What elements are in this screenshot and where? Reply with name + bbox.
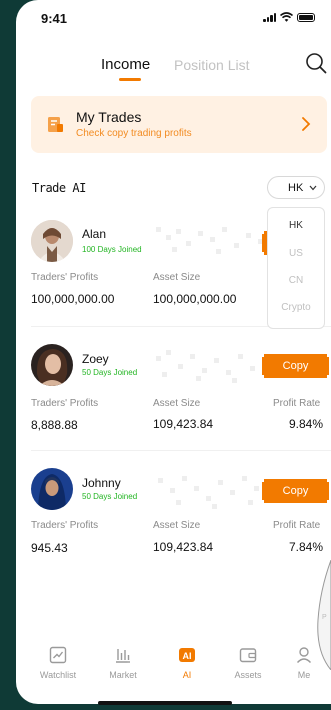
avatar	[31, 344, 73, 386]
asset-size-label: Asset Size	[153, 398, 201, 409]
avatar	[31, 220, 73, 262]
market-icon	[116, 649, 130, 663]
traders-profits-value: 100,000,000.00	[31, 292, 115, 306]
nav-label-assets: Assets	[234, 670, 262, 680]
pixel-decoration-icon	[156, 227, 263, 254]
svg-text:AI: AI	[183, 651, 192, 661]
nav-label-market: Market	[109, 670, 137, 680]
trader-joined: 100 Days Joined	[82, 245, 142, 254]
section-title: Trade AI	[32, 181, 86, 195]
asset-size-value: 100,000,000.00	[153, 292, 237, 306]
region-select-value: HK	[288, 182, 304, 194]
divider	[31, 450, 331, 451]
ai-icon: AI	[179, 648, 195, 662]
watchlist-icon	[49, 646, 67, 664]
avatar	[31, 468, 73, 510]
region-option-cn[interactable]: CN	[268, 275, 324, 286]
profit-rate-label: Profit Rate	[273, 520, 321, 531]
side-overlay-text: P	[322, 614, 327, 621]
copy-button[interactable]: Copy	[262, 354, 329, 378]
chevron-down-icon	[309, 185, 317, 191]
nav-market[interactable]: Market	[98, 645, 148, 680]
region-option-us[interactable]: US	[268, 248, 324, 259]
status-bar: 9:41	[16, 0, 331, 36]
asset-size-label: Asset Size	[153, 520, 201, 531]
trader-joined: 50 Days Joined	[82, 368, 138, 377]
region-option-crypto[interactable]: Crypto	[268, 302, 324, 313]
status-time: 9:41	[41, 11, 68, 26]
asset-size-value: 109,423.84	[153, 540, 214, 554]
signal-icon	[263, 12, 276, 22]
trader-card[interactable]: Zoey 50 Days Joined Copy Traders' Profit…	[16, 340, 331, 450]
tab-active-indicator	[119, 78, 141, 81]
chevron-right-icon	[302, 117, 311, 131]
bottom-nav: Watchlist Market AI AI Assets Me	[16, 645, 331, 704]
profit-rate-value: 7.84%	[289, 540, 324, 554]
traders-profits-value: 8,888.88	[31, 418, 78, 432]
battery-icon	[297, 12, 315, 22]
profit-rate-label: Profit Rate	[273, 398, 321, 409]
trader-card[interactable]: Johnny 50 Days Joined Copy Traders' Prof…	[16, 466, 331, 576]
tab-position-list[interactable]: Position List	[174, 57, 249, 73]
nav-watchlist[interactable]: Watchlist	[33, 645, 83, 680]
region-option-hk[interactable]: HK	[268, 220, 324, 231]
nav-label-watchlist: Watchlist	[39, 670, 77, 680]
header-tabs: Income Position List	[16, 56, 331, 86]
trader-name: Zoey	[82, 352, 109, 366]
phone-screen: 9:41 Income Position List My Trades Chec…	[16, 0, 331, 704]
trader-name: Alan	[82, 227, 107, 241]
region-select[interactable]: HK	[267, 176, 325, 199]
region-dropdown: HK US CN Crypto	[267, 207, 325, 329]
traders-profits-value: 945.43	[31, 541, 68, 555]
status-icons	[263, 12, 315, 22]
asset-size-value: 109,423.84	[153, 417, 214, 431]
nav-ai[interactable]: AI AI	[162, 645, 212, 680]
my-trades-title: My Trades	[76, 109, 142, 125]
search-icon[interactable]	[305, 52, 327, 74]
asset-size-label: Asset Size	[153, 272, 201, 283]
nav-assets[interactable]: Assets	[223, 645, 273, 680]
nav-label-me: Me	[297, 670, 311, 680]
wifi-icon	[280, 12, 293, 22]
traders-profits-label: Traders' Profits	[31, 520, 99, 531]
nav-label-ai: AI	[182, 670, 192, 680]
pixel-decoration-icon	[156, 350, 255, 383]
home-indicator	[98, 701, 232, 705]
pixel-decoration-icon	[158, 476, 259, 509]
trader-joined: 50 Days Joined	[82, 492, 138, 501]
profit-rate-value: 9.84%	[289, 417, 324, 431]
traders-profits-label: Traders' Profits	[31, 398, 99, 409]
trades-icon	[48, 117, 63, 132]
my-trades-banner[interactable]: My Trades Check copy trading profits	[31, 96, 327, 153]
assets-icon	[239, 648, 257, 663]
copy-button[interactable]: Copy	[262, 479, 329, 503]
my-trades-subtitle: Check copy trading profits	[76, 128, 192, 139]
trader-name: Johnny	[82, 476, 121, 490]
tab-income[interactable]: Income	[101, 56, 150, 73]
traders-profits-label: Traders' Profits	[31, 272, 99, 283]
